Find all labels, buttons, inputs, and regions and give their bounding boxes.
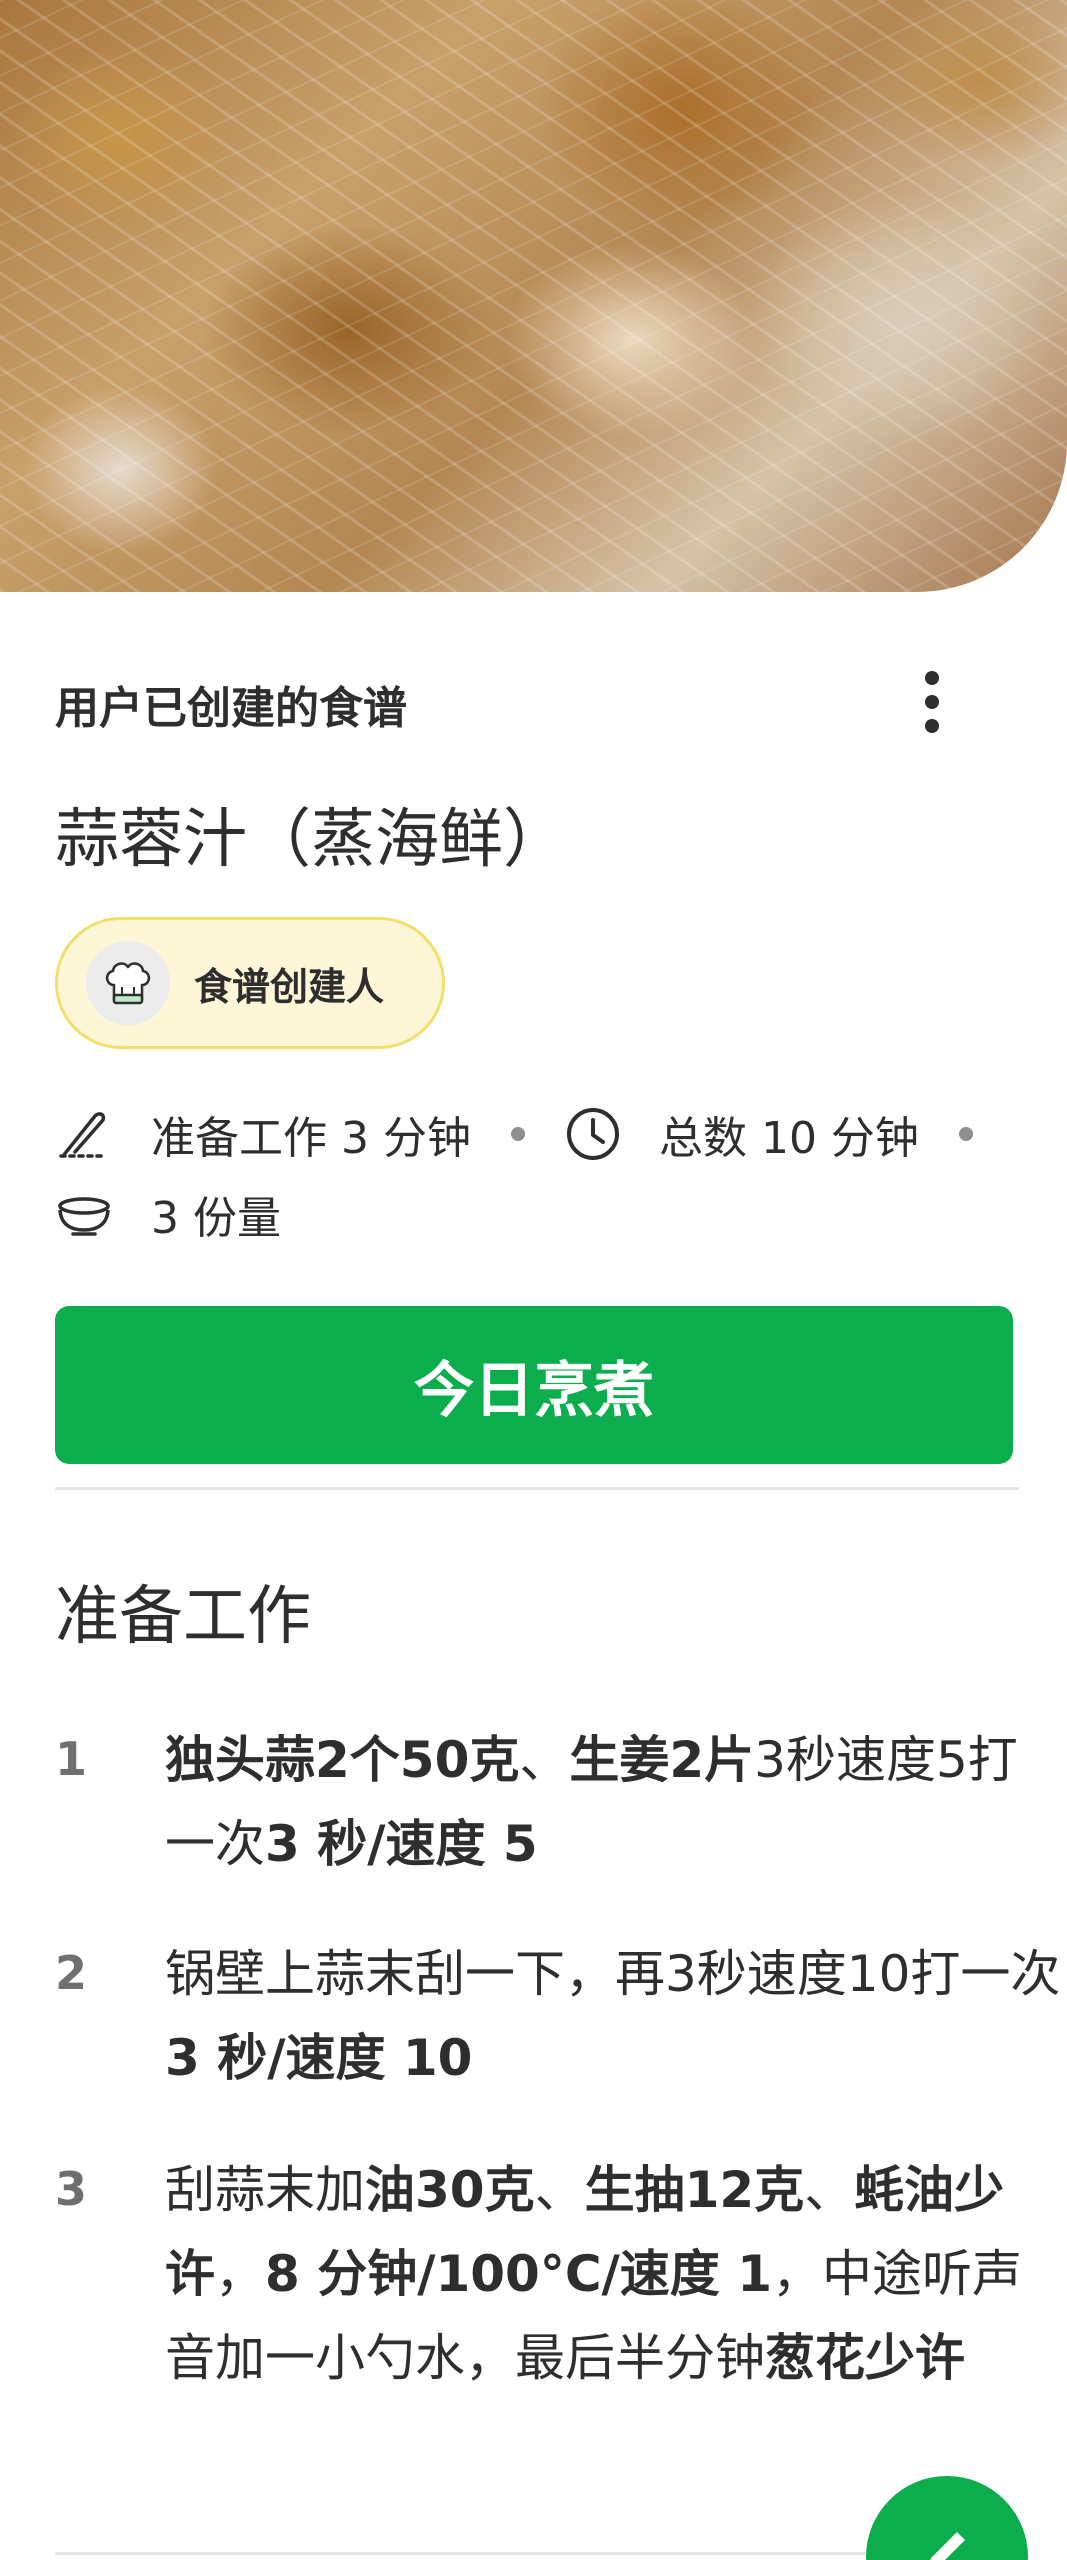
step-text: 锅壁上蒜末刮一下，再3秒速度10打一次 3 秒/速度 10 (165, 1932, 1065, 2100)
step-emphasis: 8 分钟/100°C/速度 1 (265, 2245, 772, 2303)
section-label: 用户已创建的食谱 (55, 683, 407, 734)
recipe-meta-row: 准备工作 3 分钟 总数 10 分钟 (55, 1102, 973, 1166)
step-emphasis: 葱花少许 (765, 2329, 965, 2387)
servings: 3 份量 (151, 1193, 281, 1244)
step-item: 3 刮蒜末加油30克、生抽12克、蚝油少许，8 分钟/100°C/速度 1，中途… (55, 2148, 1022, 2488)
meta-separator (510, 1127, 525, 1141)
servings-row: 3 份量 (55, 1182, 281, 1246)
recipe-hero-image (0, 0, 1067, 592)
cook-today-button[interactable]: 今日烹煮 (55, 1306, 1013, 1464)
divider (55, 1487, 1019, 1490)
step-segment: 、 (534, 2161, 585, 2219)
step-item: 1 独头蒜2个50克、生姜2片3秒速度5打一次3 秒/速度 5 (55, 1718, 1018, 1898)
step-segment: 、 (804, 2161, 855, 2219)
step-emphasis: 生姜2片 (569, 1731, 755, 1789)
chef-hat-icon (86, 941, 170, 1025)
step-text: 刮蒜末加油30克、生抽12克、蚝油少许，8 分钟/100°C/速度 1，中途听声… (165, 2148, 1065, 2400)
edit-pencil-icon (917, 2520, 977, 2560)
recipe-title: 蒜蓉汁（蒸海鲜） (55, 803, 567, 877)
preparation-heading: 准备工作 (55, 1580, 311, 1654)
step-segment: 、 (519, 1731, 570, 1789)
step-segment: ， (215, 2245, 265, 2303)
more-options-button[interactable] (912, 662, 952, 742)
prep-time: 准备工作 3 分钟 (151, 1113, 471, 1164)
prep-knife-icon (55, 1104, 115, 1164)
step-emphasis: 3 秒/速度 10 (165, 2029, 473, 2087)
clock-icon (565, 1104, 625, 1164)
step-emphasis: 独头蒜2个50克 (165, 1731, 520, 1789)
bowl-icon (55, 1184, 115, 1244)
more-vert-icon (925, 671, 939, 685)
step-emphasis: 油30克 (365, 2161, 535, 2219)
step-segment: 锅壁上蒜末刮一下，再3秒速度10打一次 (165, 1945, 1061, 2003)
creator-chip[interactable]: 食谱创建人 (55, 917, 445, 1049)
step-item: 2 锅壁上蒜末刮一下，再3秒速度10打一次 3 秒/速度 10 (55, 1932, 1060, 2112)
step-number: 2 (55, 1946, 88, 2000)
step-text: 独头蒜2个50克、生姜2片3秒速度5打一次3 秒/速度 5 (165, 1718, 1065, 1886)
creator-label: 食谱创建人 (194, 964, 385, 1009)
step-segment: 刮蒜末加 (165, 2161, 365, 2219)
step-emphasis: 3 秒/速度 5 (265, 1815, 538, 1873)
step-emphasis: 生抽12克 (584, 2161, 805, 2219)
step-number: 3 (55, 2162, 88, 2216)
edit-fab-button[interactable] (866, 2476, 1028, 2560)
step-number: 1 (55, 1732, 88, 1786)
meta-separator (958, 1127, 973, 1141)
total-time: 总数 10 分钟 (658, 1113, 919, 1164)
